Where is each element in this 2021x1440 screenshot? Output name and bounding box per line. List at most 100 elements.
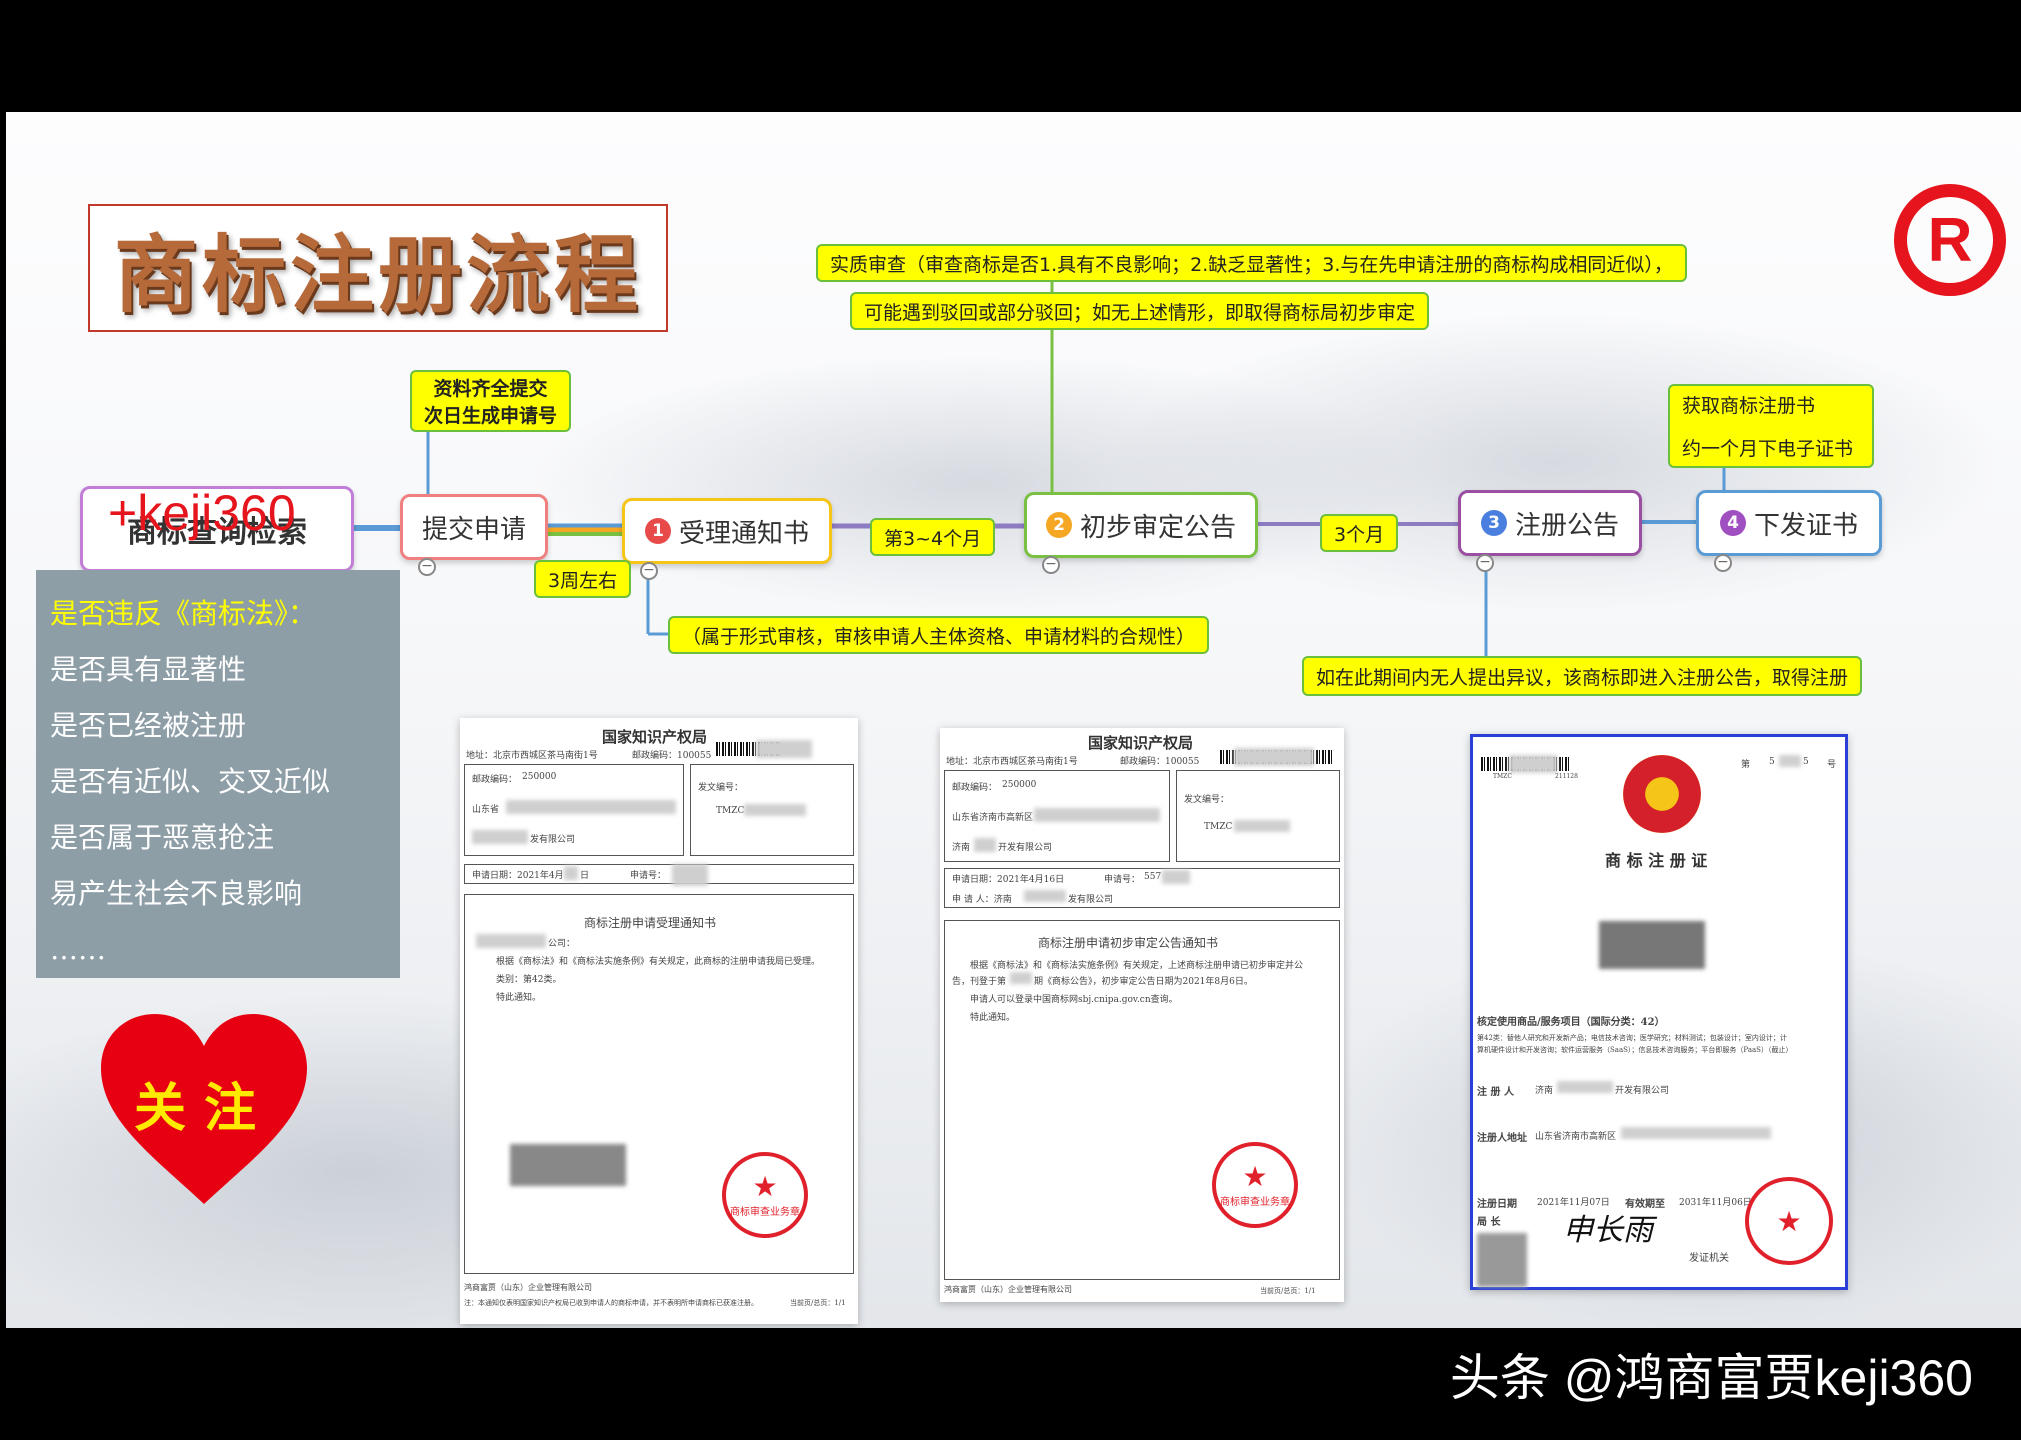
- node-submit-application: 提交申请: [400, 494, 548, 560]
- redacted-area: [672, 864, 708, 886]
- cert-no-value-tail: 5: [1803, 757, 1809, 767]
- note-text: 第3~4个月: [884, 527, 982, 550]
- collapse-toggle-icon[interactable]: −: [1476, 554, 1494, 572]
- cert-registrant-tail: 开发有限公司: [1615, 1086, 1670, 1096]
- cert-registrant: 济南: [1535, 1086, 1554, 1096]
- collapse-toggle-icon[interactable]: −: [640, 562, 658, 580]
- doc-apply-date: 申请日期：2021年4月: [472, 871, 564, 881]
- doc-body-text: 类别：第42类。: [496, 975, 562, 985]
- redacted-area: [1024, 890, 1066, 902]
- collapse-toggle-icon[interactable]: −: [418, 558, 436, 576]
- doc-postcode: 250000: [1002, 780, 1037, 790]
- cert-no-label: 第: [1741, 760, 1751, 770]
- doc-org: 国家知识产权局: [602, 728, 708, 746]
- note-months-3-4: 第3~4个月: [870, 518, 996, 556]
- doc-postcode: 250000: [522, 772, 557, 782]
- cert-no-tail: 号: [1827, 760, 1837, 770]
- redacted-qr-code: [1477, 1233, 1527, 1287]
- doc-apply-no: 申请号：: [1104, 875, 1141, 885]
- doc-acceptance-notice: 国家知识产权局 地址：北京市西城区茶马南街1号 邮政编码：100055 邮政编码…: [460, 718, 858, 1324]
- step-number-badge: 1: [644, 518, 671, 544]
- node-label: 注册公告: [1514, 510, 1619, 541]
- doc-applicant-tail: 发有限公司: [1068, 895, 1114, 905]
- doc-company-line: 公司：: [548, 939, 576, 949]
- redacted-area: [744, 804, 806, 816]
- checklist-item: 是否属于恶意抢注: [50, 821, 275, 854]
- step-number-badge: 2: [1045, 512, 1072, 538]
- doc-apply-no: 申请号：: [630, 871, 667, 881]
- node-preliminary-announcement: 2 初步审定公告: [1024, 492, 1258, 558]
- follow-heart-button[interactable]: 关注: [95, 1008, 313, 1208]
- cert-registrant-label: 注 册 人: [1477, 1087, 1514, 1098]
- doc-sendno-box: [1176, 770, 1340, 862]
- doc-body-text: 期《商标公告》，初步审定公告日期为2021年8月6日。: [1034, 977, 1253, 987]
- note-text: 可能遇到驳回或部分驳回；如无上述情形，即取得商标局初步审定: [864, 301, 1416, 324]
- watermark-text: 头条 @鸿商富贾keji360: [1449, 1350, 1973, 1406]
- stamp-text: 商标审查业务章: [1220, 1197, 1290, 1208]
- doc-page: 当前页/总页：1/1: [790, 1299, 846, 1307]
- doc-body-text: 根据《商标法》和《商标法实施条例》有关规定，上述商标注册申请已初步审定并公: [970, 961, 1304, 971]
- note-rejection-possibility: 可能遇到驳回或部分驳回；如无上述情形，即取得商标局初步审定: [850, 292, 1430, 330]
- redacted-area: [1621, 1127, 1771, 1139]
- doc-zip: 邮政编码：100055: [632, 751, 712, 761]
- doc-recipient-co: 济南: [952, 843, 971, 853]
- note-opposition-period: 如在此期间内无人提出异议，该商标即进入注册公告，取得注册: [1302, 656, 1863, 696]
- checklist-item: 是否具有显著性: [50, 653, 247, 686]
- redacted-area: [1779, 755, 1801, 767]
- redacted-area: [1234, 748, 1314, 766]
- doc-footer-note: 注：本通知仅表明国家知识产权局已收到申请人的商标申请，并不表明所申请商标已获准注…: [464, 1299, 758, 1307]
- doc-body-text: 特此通知。: [496, 993, 542, 1003]
- note-text: 3周左右: [548, 569, 618, 592]
- doc-address: 地址：北京市西城区茶马南街1号: [466, 751, 598, 761]
- collapse-toggle-icon[interactable]: −: [1714, 554, 1732, 572]
- redacted-area: [756, 740, 812, 758]
- doc-sendno: TMZC: [1204, 822, 1233, 832]
- follow-label: 关注: [133, 1078, 274, 1139]
- collapse-toggle-icon[interactable]: −: [1042, 556, 1060, 574]
- doc-apply-no-value: 557: [1144, 872, 1162, 882]
- cert-director-label: 局 长: [1477, 1217, 1501, 1228]
- node-acceptance-notice: 1 受理通知书: [622, 498, 832, 564]
- note-substantive-review: 实质审查（审查商标是否1.具有不良影响；2.缺乏显著性；3.与在先申请注册的商标…: [816, 244, 1687, 282]
- redacted-trademark: [1599, 921, 1705, 969]
- redacted-area: [472, 830, 528, 844]
- doc-body-text: 特此通知。: [970, 1013, 1016, 1023]
- redacted-area: [974, 838, 996, 852]
- step-number-badge: 4: [1719, 510, 1746, 536]
- checklist-item: 易产生社会不良影响: [50, 877, 303, 910]
- cert-title: 商 标 注 册 证: [1605, 851, 1708, 870]
- doc-sendno-label: 发文编号：: [698, 783, 744, 793]
- doc-address: 地址：北京市西城区茶马南街1号: [946, 757, 1078, 767]
- note-submit-complete: 资料齐全提交 次日生成申请号: [410, 370, 572, 432]
- redacted-area: [1557, 1081, 1613, 1093]
- redacted-area: [1162, 870, 1190, 884]
- cert-goods-text: 第42类：替他人研究和开发新产品；电信技术咨询；医学研究；材料测试；包装设计；室…: [1477, 1034, 1787, 1042]
- checklist-item: ……: [50, 933, 106, 966]
- doc-zip: 邮政编码：100055: [1120, 757, 1200, 767]
- doc-apply-date-tail: 日: [580, 871, 590, 881]
- node-label: 下发证书: [1753, 510, 1858, 541]
- cert-regdate-label: 注册日期: [1477, 1199, 1517, 1210]
- cert-goods-text: 算机硬件设计和开发咨询；软件运营服务（SaaS）；信息技术咨询服务；平台即服务（…: [1477, 1046, 1793, 1054]
- step-number-badge: 3: [1480, 510, 1507, 536]
- national-emblem-icon: [1623, 755, 1701, 833]
- note-text: 实质审查（审查商标是否1.具有不良影响；2.缺乏显著性；3.与在先申请注册的商标…: [830, 253, 1673, 276]
- redacted-area: [506, 800, 676, 814]
- note-text: 资料齐全提交: [433, 378, 548, 400]
- cert-address: 山东省济南市高新区: [1535, 1132, 1617, 1142]
- doc-preliminary-notice: 国家知识产权局 地址：北京市西城区茶马南街1号 邮政编码：100055 邮政编码…: [940, 728, 1344, 1302]
- note-text: 次日生成申请号: [424, 405, 558, 427]
- node-label: 受理通知书: [678, 518, 809, 549]
- node-label: 提交申请: [421, 514, 526, 545]
- note-text: 获取商标注册书: [1682, 395, 1816, 417]
- doc-recipient: 山东省: [472, 805, 500, 815]
- doc-body-text: 根据《商标法》和《商标法实施条例》有关规定，此商标的注册申请我局已受理。: [496, 957, 821, 967]
- note-text: （属于形式审核，审核申请人主体资格、申请材料的合规性）: [682, 625, 1196, 648]
- cert-no-value: 5: [1769, 757, 1775, 767]
- doc-applicant: 申 请 人：济南: [952, 895, 1012, 905]
- official-stamp-icon: ★ 商标审查业务章: [722, 1152, 808, 1238]
- doc-title: 商标注册申请初步审定公告通知书: [1038, 936, 1219, 950]
- cert-address-label: 注册人地址: [1477, 1133, 1527, 1144]
- cert-goods-label: 核定使用商品/服务项目（国际分类：42）: [1477, 1017, 1665, 1028]
- cert-issuer: 发证机关: [1689, 1253, 1729, 1264]
